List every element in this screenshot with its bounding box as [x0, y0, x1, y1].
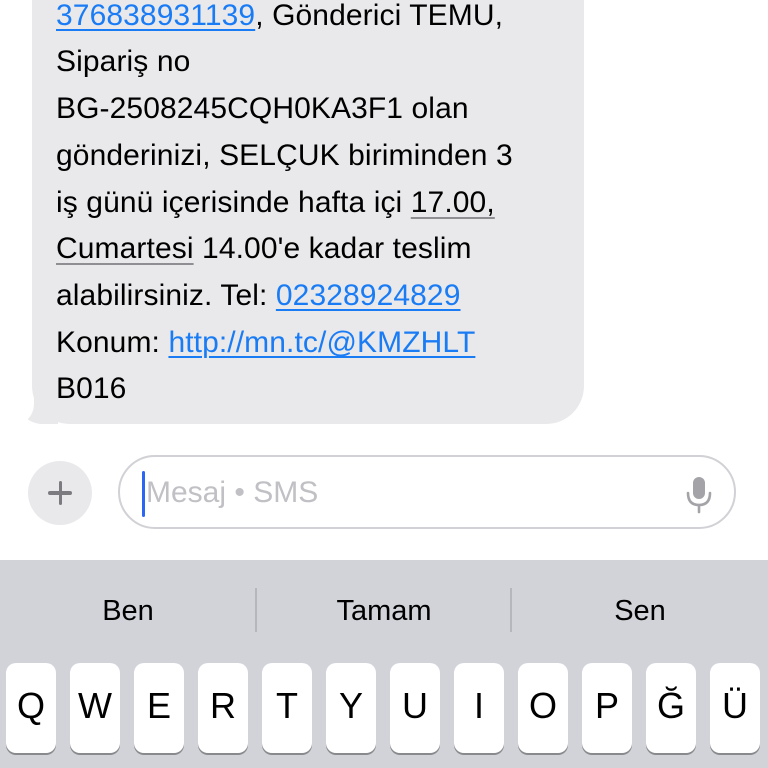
text-caret	[142, 471, 145, 517]
message-line-1: 376838931139, Gönderici TEMU,	[56, 0, 504, 32]
suggestion-2[interactable]: Tamam	[257, 586, 511, 636]
suggestion-1[interactable]: Ben	[0, 586, 256, 636]
message-line-5: iş günü içerisinde hafta içi 17.00,	[56, 186, 495, 219]
key-t[interactable]: T	[262, 663, 312, 753]
key-g-breve[interactable]: Ğ	[646, 663, 696, 753]
message-line-2: Sipariş no	[56, 45, 191, 78]
key-u[interactable]: U	[390, 663, 440, 753]
message-line-4: gönderinizi, SELÇUK biriminden 3	[56, 139, 513, 172]
suggestion-3[interactable]: Sen	[512, 586, 768, 636]
key-o[interactable]: O	[518, 663, 568, 753]
keyboard: Ben Tamam Sen Q W E R T Y U I O P Ğ Ü	[0, 560, 768, 768]
key-i[interactable]: I	[454, 663, 504, 753]
tracking-number-link[interactable]: 376838931139	[56, 0, 255, 32]
message-line-3: BG-2508245CQH0KA3F1 olan	[56, 92, 469, 125]
location-url-link[interactable]: http://mn.tc/@KMZHLT	[168, 326, 475, 359]
detected-time[interactable]: 17.00,	[411, 186, 495, 219]
microphone-icon[interactable]	[684, 476, 714, 514]
message-input[interactable]	[146, 467, 666, 519]
key-q[interactable]: Q	[6, 663, 56, 753]
add-attachment-button[interactable]	[28, 461, 92, 525]
key-e[interactable]: E	[134, 663, 184, 753]
message-line-8: Konum: http://mn.tc/@KMZHLT	[56, 326, 476, 359]
key-u-umlaut[interactable]: Ü	[710, 663, 760, 753]
detected-day[interactable]: Cumartesi	[56, 232, 194, 265]
message-line-9: B016	[56, 372, 127, 405]
message-compose-field[interactable]	[118, 455, 736, 529]
message-line-6: Cumartesi 14.00'e kadar teslim	[56, 232, 472, 265]
key-r[interactable]: R	[198, 663, 248, 753]
key-p[interactable]: P	[582, 663, 632, 753]
message-line-7: alabilirsiniz. Tel: 02328924829	[56, 279, 461, 312]
messages-screen: 376838931139, Gönderici TEMU, Sipariş no…	[0, 0, 768, 768]
key-y[interactable]: Y	[326, 663, 376, 753]
phone-number-link[interactable]: 02328924829	[276, 279, 461, 312]
key-w[interactable]: W	[70, 663, 120, 753]
